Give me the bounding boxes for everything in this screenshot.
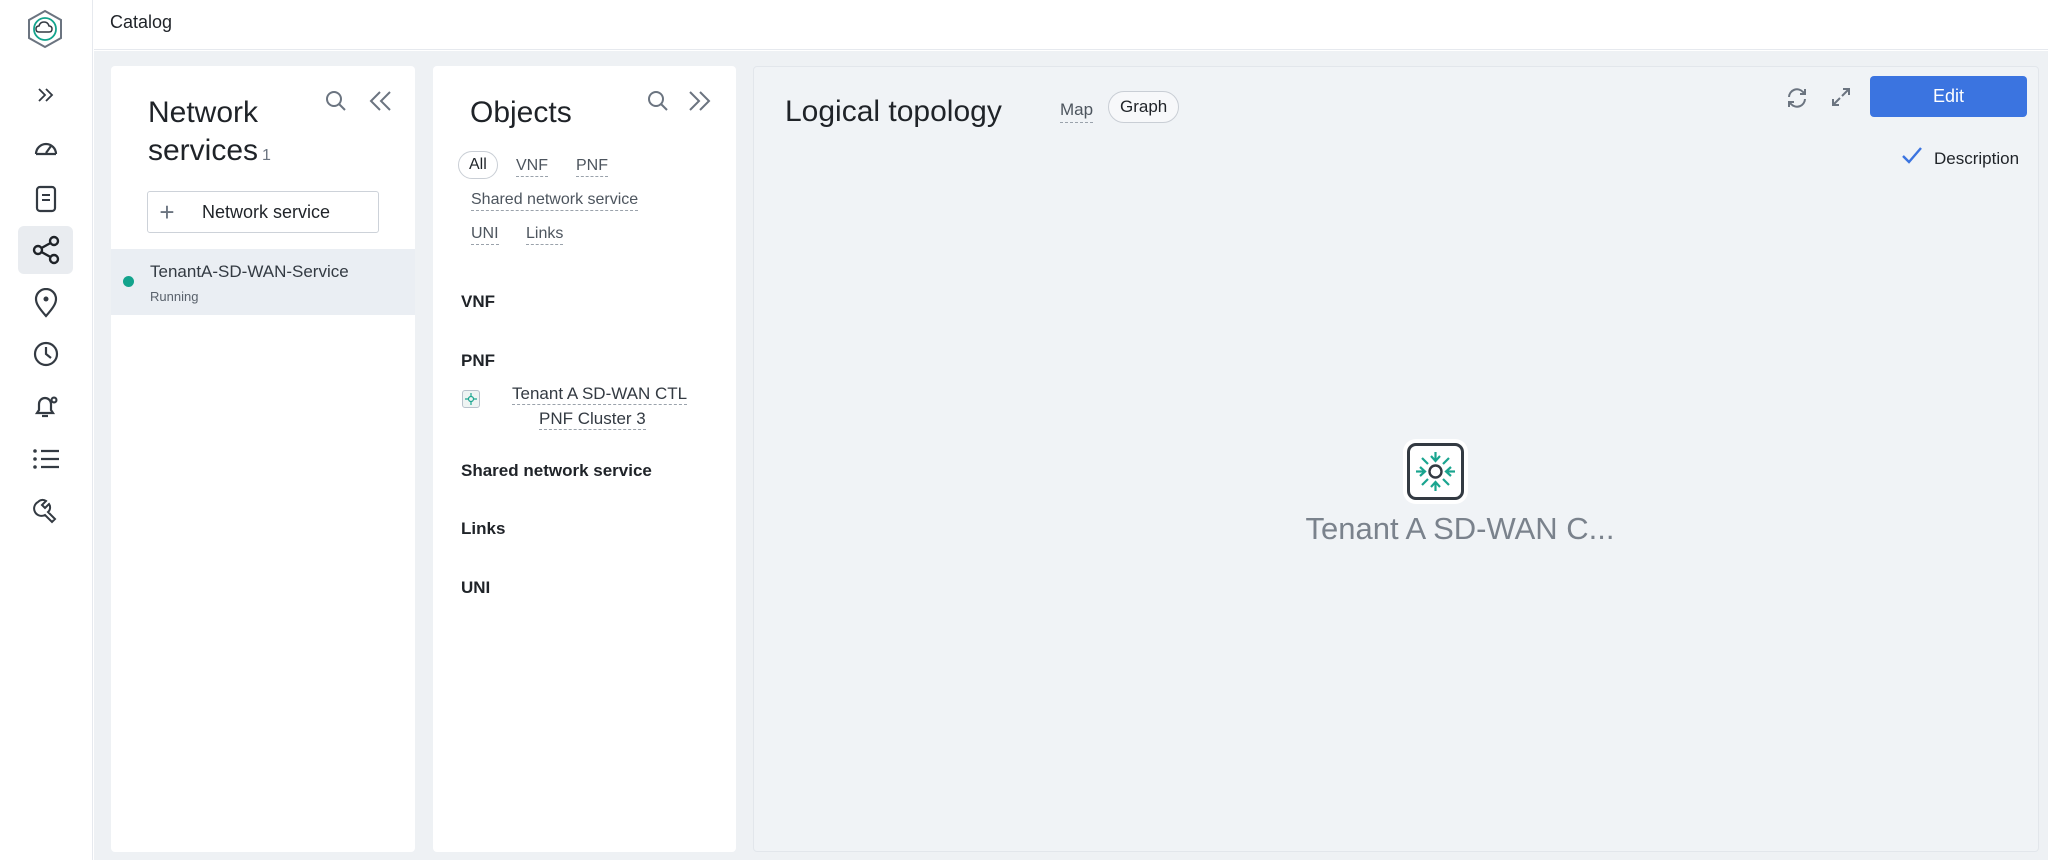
pnf-item-name-line2: PNF Cluster 3 bbox=[539, 409, 646, 430]
filter-uni[interactable]: UNI bbox=[471, 224, 499, 245]
filter-pnf[interactable]: PNF bbox=[576, 156, 608, 177]
panel-title: Network services 1 bbox=[148, 94, 318, 175]
collapse-left-icon[interactable] bbox=[366, 88, 394, 119]
status-dot bbox=[123, 276, 134, 287]
section-uni: UNI bbox=[461, 578, 491, 597]
fullscreen-icon[interactable] bbox=[1829, 85, 1853, 114]
document-icon bbox=[33, 185, 59, 213]
top-bar: Catalog bbox=[94, 0, 2048, 50]
filter-vnf[interactable]: VNF bbox=[516, 156, 548, 177]
gauge-icon bbox=[32, 134, 60, 162]
network-services-panel: Network services 1 + Network service Tena… bbox=[111, 66, 415, 852]
refresh-icon[interactable] bbox=[1784, 85, 1810, 116]
add-network-service-label: Network service bbox=[202, 201, 331, 222]
chevrons-right-icon bbox=[35, 84, 57, 106]
objects-panel: Objects All VNF PNF Shared network servi… bbox=[433, 66, 736, 852]
topology-panel: Logical topology Map Graph Edit Descript… bbox=[753, 66, 2039, 852]
rail-item-dashboard[interactable] bbox=[18, 124, 73, 172]
topology-node[interactable]: Tenant A SD-WAN C... bbox=[1306, 443, 1614, 546]
rail-item-list[interactable] bbox=[18, 435, 73, 483]
filter-shared-network-service[interactable]: Shared network service bbox=[471, 190, 639, 211]
pnf-item-name-line1: Tenant A SD-WAN CTL bbox=[512, 384, 688, 405]
section-vnf: VNF bbox=[461, 292, 495, 311]
checkmark-icon bbox=[1900, 145, 1924, 172]
cluster-icon bbox=[462, 390, 480, 408]
edit-button[interactable]: Edit bbox=[1870, 76, 2027, 117]
service-name: TenantA-SD-WAN-Service bbox=[150, 262, 349, 281]
service-status: Running bbox=[150, 289, 199, 304]
objects-title: Objects bbox=[470, 96, 572, 129]
share-nodes-icon bbox=[31, 235, 61, 265]
rail-item-tools[interactable] bbox=[18, 486, 73, 534]
rail-item-history[interactable] bbox=[18, 330, 73, 378]
pnf-cluster-icon bbox=[1407, 443, 1464, 500]
list-icon bbox=[31, 446, 61, 472]
bell-gear-icon bbox=[31, 391, 61, 421]
filter-all[interactable]: All bbox=[458, 151, 498, 179]
rail-item-alerts[interactable] bbox=[18, 382, 73, 430]
rail-item-documents[interactable] bbox=[18, 175, 73, 223]
rail-item-network-services[interactable] bbox=[18, 226, 73, 274]
clock-icon bbox=[32, 340, 60, 368]
node-label: Tenant A SD-WAN C... bbox=[1305, 511, 1615, 546]
search-icon[interactable] bbox=[645, 88, 671, 119]
section-shared-network-service: Shared network service bbox=[461, 461, 652, 480]
expand-right-icon[interactable] bbox=[686, 88, 714, 119]
rail-item-locations[interactable] bbox=[18, 279, 73, 327]
breadcrumb[interactable]: Catalog bbox=[110, 12, 172, 33]
tab-graph[interactable]: Graph bbox=[1108, 91, 1180, 123]
wrench-icon bbox=[32, 496, 60, 524]
list-item[interactable]: TenantA-SD-WAN-Service Running bbox=[111, 249, 415, 315]
section-links: Links bbox=[461, 519, 506, 538]
services-count: 1 bbox=[262, 147, 271, 164]
add-network-service-button[interactable]: + Network service bbox=[147, 191, 379, 233]
description-label: Description bbox=[1934, 148, 2020, 168]
left-nav-rail bbox=[0, 0, 93, 860]
tab-map[interactable]: Map bbox=[1060, 98, 1094, 123]
app-logo-icon[interactable] bbox=[24, 8, 66, 50]
map-pin-icon bbox=[33, 288, 59, 318]
search-icon[interactable] bbox=[323, 88, 349, 119]
section-pnf: PNF bbox=[461, 351, 495, 370]
description-checkbox[interactable]: Description bbox=[1900, 145, 2019, 172]
filter-links[interactable]: Links bbox=[526, 224, 564, 245]
rail-expand-button[interactable] bbox=[18, 71, 73, 119]
network-services-title: Network services bbox=[148, 96, 259, 167]
topology-title: Logical topology bbox=[785, 95, 1002, 128]
plus-icon: + bbox=[159, 196, 175, 227]
